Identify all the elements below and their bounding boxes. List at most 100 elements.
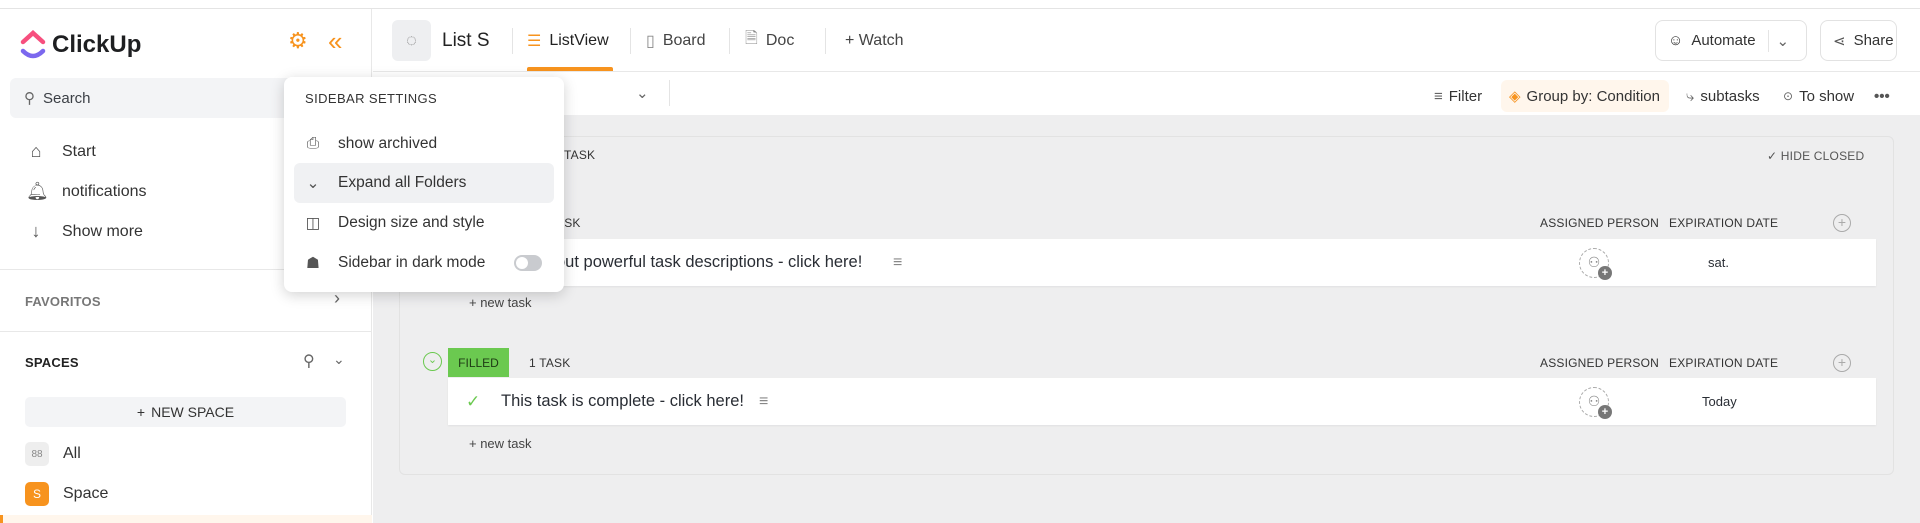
chevron-down-icon[interactable]: ⌄ — [333, 351, 345, 368]
to-show-label: To show — [1799, 87, 1855, 105]
active-item-highlight — [0, 515, 372, 523]
assign-person-icon[interactable]: ⚇ + — [1579, 247, 1612, 280]
chevron-down-icon[interactable]: ⌄ — [636, 84, 649, 102]
tab-listview[interactable]: ☰ ListView — [527, 20, 609, 61]
list-title[interactable]: List S — [442, 20, 490, 61]
tab-label: ListView — [549, 31, 609, 49]
check-icon: ✓ — [1767, 149, 1781, 163]
sidebar-item-all[interactable]: 88 All — [25, 442, 81, 466]
tab-label: Board — [662, 31, 706, 49]
collapse-group-icon[interactable]: ⌄ — [423, 352, 442, 371]
hide-closed-button[interactable]: ✓ HIDE CLOSED — [1767, 149, 1864, 163]
eye-icon: ⊙ — [1783, 89, 1794, 103]
new-space-label: NEW SPACE — [151, 404, 235, 420]
new-space-button[interactable]: + NEW SPACE — [25, 397, 346, 427]
filter-button[interactable]: ≡ Filter — [1434, 80, 1482, 112]
check-icon[interactable]: ✓ — [466, 392, 480, 412]
group-task-count: TASK — [564, 148, 596, 162]
layout-icon: ◫ — [305, 214, 321, 232]
assign-person-icon[interactable]: ⚇ + — [1579, 386, 1612, 419]
chevron-down-icon[interactable]: ⌄ — [1777, 32, 1790, 50]
sidebar-settings-popup: SIDEBAR SETTINGS ⎙ show archived ⌄ Expand … — [284, 77, 564, 292]
share-icon: ⋖ — [1833, 32, 1846, 50]
task-row[interactable]: out powerful task descriptions - click h… — [448, 239, 1876, 286]
add-column-icon[interactable]: + — [1833, 214, 1851, 232]
list-status-icon[interactable]: ◌ — [392, 20, 431, 61]
dark-mode-item[interactable]: ☗ Sidebar in dark mode — [294, 243, 554, 283]
tab-doc[interactable]: 🗎︎ Doc — [745, 20, 794, 61]
task-due-date[interactable]: Today — [1702, 394, 1737, 409]
home-icon: ⌂ — [30, 141, 42, 161]
divider — [729, 28, 730, 54]
status-badge[interactable]: FILLED — [448, 348, 509, 377]
nav-label: Show more — [62, 222, 143, 240]
item-label: Design size and style — [338, 214, 485, 231]
sidebar-item-start[interactable]: ⌂ Start — [26, 141, 96, 162]
watch-button[interactable]: + Watch — [845, 20, 904, 61]
divider — [669, 80, 670, 106]
group-by-button[interactable]: ◈ Group by: Condition — [1501, 80, 1669, 112]
search-placeholder: Search — [43, 89, 91, 107]
archive-icon: ⎙ — [306, 135, 320, 152]
more-options-icon[interactable]: ••• — [1874, 80, 1890, 112]
spaces-header: SPACES — [25, 355, 79, 370]
column-header-assignee: ASSIGNED PERSON — [1540, 356, 1660, 370]
design-size-item[interactable]: ◫ Design size and style — [294, 203, 554, 243]
task-due-date[interactable]: sat. — [1708, 255, 1729, 270]
expand-folders-item[interactable]: ⌄ Expand all Folders — [294, 163, 554, 203]
sidebar-item-space[interactable]: S Space — [25, 482, 108, 506]
space-avatar: S — [25, 482, 49, 506]
divider — [825, 28, 826, 54]
bell-icon: 🔔︎ — [26, 181, 49, 201]
search-icon: ⚲ — [24, 90, 35, 107]
tab-board[interactable]: ▯ Board — [646, 20, 706, 61]
logo[interactable]: ClickUp — [20, 30, 141, 60]
task-name[interactable]: out powerful task descriptions - click h… — [556, 253, 862, 272]
subtasks-icon: ⤷ — [1686, 87, 1695, 105]
sidebar-item-notifications[interactable]: 🔔︎ notifications — [26, 181, 147, 202]
column-header-due-date: EXPIRATION DATE — [1669, 216, 1779, 230]
item-label: Expand all Folders — [338, 174, 467, 191]
chevron-down-icon: ⌄ — [306, 174, 320, 192]
new-task-button[interactable]: + new task — [469, 295, 532, 310]
robot-icon: ☺ — [1668, 32, 1684, 49]
group-by-label: Group by: Condition — [1526, 87, 1660, 105]
nav-label: Start — [62, 142, 96, 160]
board-icon: ▯ — [646, 32, 655, 50]
to-show-button[interactable]: ⊙ To show — [1783, 80, 1854, 112]
dark-mode-toggle[interactable] — [514, 255, 542, 271]
collapse-sidebar-icon[interactable]: « — [328, 26, 342, 57]
active-tab-indicator — [527, 67, 613, 71]
dark-mode-icon: ☗ — [306, 254, 320, 272]
hide-closed-label: HIDE CLOSED — [1780, 149, 1865, 163]
tab-label: Doc — [765, 31, 795, 49]
favorites-header[interactable]: FAVORITOS — [25, 294, 101, 309]
filter-icon: ≡ — [1434, 87, 1443, 105]
nav-label: All — [63, 445, 81, 462]
show-archived-item[interactable]: ⎙ show archived — [294, 124, 554, 164]
automate-button[interactable]: ☺ Automate ⌄ — [1655, 20, 1807, 61]
search-spaces-icon[interactable]: ⚲ — [303, 351, 315, 371]
task-row[interactable]: ✓ This task is complete - click here! ≡ … — [448, 378, 1876, 425]
new-task-button[interactable]: + new task — [469, 436, 532, 451]
clickup-logo-icon — [20, 30, 46, 59]
divider — [630, 28, 631, 54]
group-task-count: 1 TASK — [529, 356, 571, 370]
share-button[interactable]: ⋖ Share — [1820, 20, 1897, 61]
subtasks-button[interactable]: ⤷ subtasks — [1686, 80, 1760, 112]
description-icon: ≡ — [759, 392, 769, 410]
divider — [512, 28, 513, 54]
logo-text: ClickUp — [52, 31, 142, 58]
add-column-icon[interactable]: + — [1833, 354, 1851, 372]
filter-label: Filter — [1448, 87, 1483, 105]
header-border — [373, 71, 1920, 72]
sidebar-item-show-more[interactable]: ↓ Show more — [26, 221, 143, 242]
share-label: Share — [1853, 32, 1894, 49]
subtasks-label: subtasks — [1700, 87, 1760, 105]
divider — [0, 331, 372, 332]
task-name[interactable]: This task is complete - click here! — [501, 392, 744, 411]
gear-icon[interactable]: ⚙ — [288, 28, 308, 54]
item-label: Sidebar in dark mode — [338, 254, 486, 271]
grid-icon: 88 — [25, 442, 49, 466]
popup-title: SIDEBAR SETTINGS — [305, 91, 438, 106]
